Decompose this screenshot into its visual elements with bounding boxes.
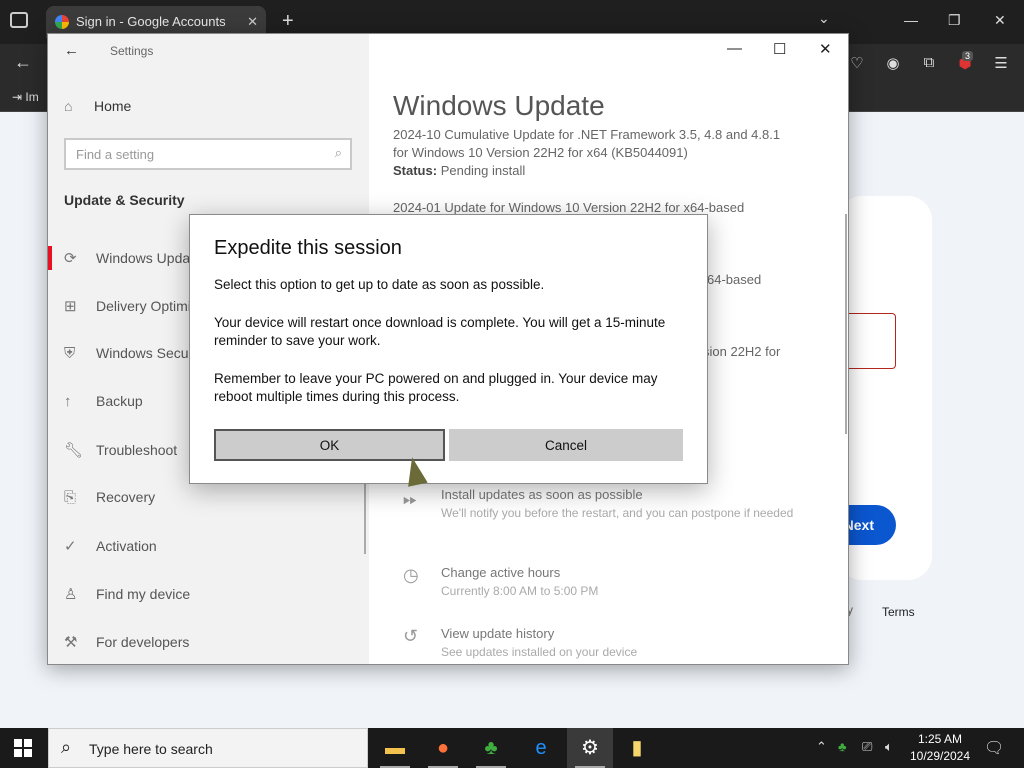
search-icon: ⌕ [334, 145, 342, 160]
search-icon: ⌕ [61, 737, 72, 757]
developer-icon: ⚒ [64, 634, 78, 651]
google-favicon-icon [55, 15, 69, 29]
sidebar-item-for-developers[interactable]: ⚒ For developers [64, 633, 189, 651]
update-status: Status: Pending install [393, 163, 526, 178]
back-arrow-icon[interactable]: ← [14, 52, 32, 73]
sticky-notes-icon[interactable]: ▮ [614, 728, 660, 768]
shield-icon: ⛨ [64, 345, 76, 362]
selected-indicator [48, 246, 52, 270]
home-link[interactable]: ⌂ Home [64, 98, 131, 114]
chevron-up-icon[interactable]: ⌃ [816, 739, 827, 755]
search-input[interactable]: Find a setting ⌕ [64, 138, 352, 170]
extension-badge: 3 [962, 51, 974, 61]
bookmark-item[interactable]: ⇥ Im [12, 90, 39, 104]
menu-icon[interactable]: ☰ [992, 54, 1010, 72]
people-tray-icon[interactable]: ♣ [838, 739, 847, 754]
clock-date: 10/29/2024 [909, 749, 971, 763]
dialog-text: Your device will restart once download i… [214, 315, 666, 348]
home-icon: ⌂ [64, 98, 73, 114]
back-arrow-icon[interactable]: ← [64, 42, 79, 59]
update-item-title: 2024-01 Update for Windows 10 Version 22… [393, 200, 745, 215]
settings-gear-icon[interactable]: ⚙ [567, 728, 613, 768]
sidebar-item-activation[interactable]: ✓ Activation [64, 537, 157, 555]
option-title[interactable]: View update history [441, 626, 554, 641]
page-title: Windows Update [393, 90, 605, 121]
cancel-button[interactable]: Cancel [449, 429, 683, 461]
wrench-icon: 🔧︎ [64, 442, 84, 459]
internet-explorer-icon[interactable]: e [518, 728, 564, 768]
sidebar-item-backup[interactable]: ↑ Backup [64, 393, 143, 410]
refresh-icon: ⟳ [64, 250, 77, 267]
people-app-icon[interactable]: ♣ [468, 728, 514, 768]
volume-icon[interactable]: 🔈︎ [885, 739, 893, 755]
sidebar-item-troubleshoot[interactable]: 🔧︎ Troubleshoot [64, 441, 177, 459]
tab-title: Sign in - Google Accounts [76, 14, 226, 29]
ok-button[interactable]: OK [214, 429, 445, 461]
update-item-fragment: sion 22H2 for [703, 344, 781, 359]
clock-time: 1:25 AM [917, 732, 963, 746]
browser-close-icon[interactable]: ✕ [994, 12, 1006, 29]
section-title: Update & Security [64, 192, 185, 208]
terms-link[interactable]: Terms [882, 605, 915, 619]
person-pin-icon: ♙ [64, 586, 78, 603]
fast-forward-icon: ⏩︎ [403, 489, 418, 509]
pocket-icon[interactable]: ♡ [848, 54, 866, 72]
upload-arrow-icon: ↑ [64, 393, 72, 410]
clock[interactable]: 1:25 AM 10/29/2024 [908, 731, 972, 765]
clock-icon: ◷ [403, 565, 419, 585]
option-title[interactable]: Change active hours [441, 565, 560, 580]
close-icon[interactable]: ✕ [819, 40, 832, 58]
update-item-title: 2024-10 Cumulative Update for .NET Frame… [393, 127, 781, 142]
option-subtitle: We'll notify you before the restart, and… [441, 506, 794, 520]
recovery-icon: ⎘ [64, 489, 77, 506]
sidebar-item-find-my-device[interactable]: ♙ Find my device [64, 585, 190, 603]
update-item-fragment: 64-based [707, 272, 762, 287]
firefox-icon[interactable]: ● [420, 728, 466, 768]
option-title[interactable]: Install updates as soon as possible [441, 487, 643, 502]
check-circle-icon: ✓ [64, 538, 77, 555]
window-title: Settings [110, 44, 154, 58]
taskbar-search-placeholder: Type here to search [89, 741, 213, 757]
taskbar: ⌕ Type here to search ▬ ● ♣ e ⚙ ▮ ⌃ ♣ ⎚ … [0, 728, 1024, 768]
taskbar-search-input[interactable]: ⌕ Type here to search [48, 728, 368, 768]
tab-list-icon[interactable] [10, 12, 28, 28]
maximize-icon[interactable]: ☐ [773, 40, 786, 58]
chevron-down-icon[interactable]: ⌄ [818, 10, 830, 27]
minimize-icon[interactable]: — [727, 40, 742, 57]
sidebar-item-windows-security[interactable]: ⛨ Windows Security [64, 345, 207, 362]
file-explorer-icon[interactable]: ▬ [372, 728, 418, 768]
sidebar-item-recovery[interactable]: ⎘ Recovery [64, 489, 155, 506]
sidebar-item-windows-update[interactable]: ⟳ Windows Update [64, 249, 202, 267]
main-scrollbar[interactable] [845, 214, 847, 434]
windows-start-icon[interactable] [14, 739, 32, 757]
delivery-icon: ⊞ [64, 298, 77, 315]
browser-minimize-icon[interactable]: — [904, 12, 918, 28]
new-tab-icon[interactable]: + [282, 10, 294, 33]
option-subtitle: See updates installed on your device [441, 645, 638, 659]
dialog-text: Select this option to get up to date as … [214, 277, 545, 292]
dialog-text: Remember to leave your PC powered on and… [214, 371, 658, 404]
history-icon: ↺ [403, 626, 419, 646]
update-item-title: for Windows 10 Version 22H2 for x64 (KB5… [393, 145, 688, 160]
account-icon[interactable]: ◉ [884, 54, 902, 72]
dialog-title: Expedite this session [214, 237, 402, 259]
extensions-icon[interactable]: ⧉ [920, 54, 938, 72]
search-placeholder: Find a setting [76, 147, 155, 162]
option-subtitle: Currently 8:00 AM to 5:00 PM [441, 584, 599, 598]
expedite-dialog: Expedite this session Select this option… [189, 214, 708, 484]
browser-restore-icon[interactable]: ❐ [948, 12, 961, 29]
notification-icon[interactable]: 🗨︎ [984, 738, 1004, 758]
network-icon[interactable]: ⎚ [862, 739, 872, 755]
